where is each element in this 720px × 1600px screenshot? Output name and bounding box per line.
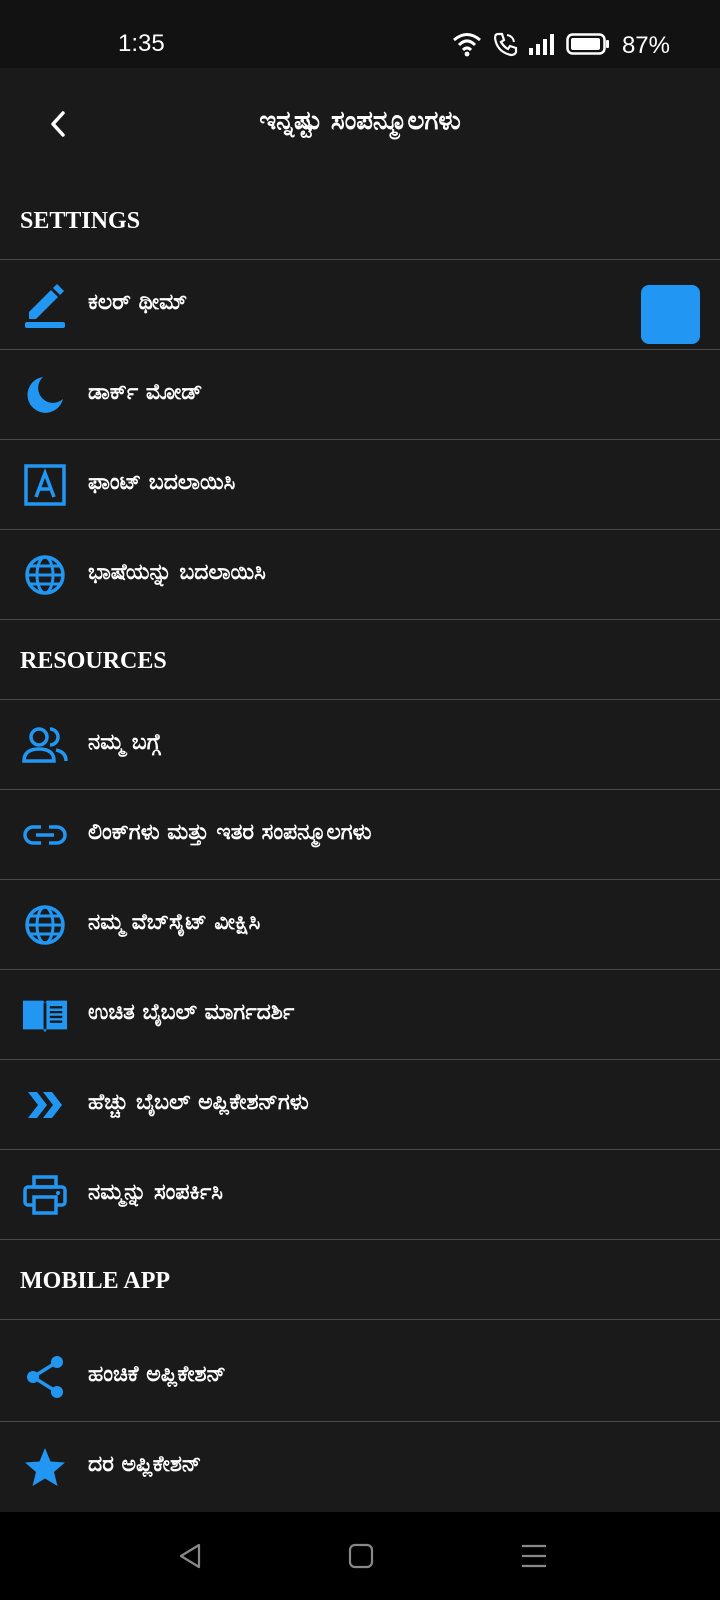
share-icon (22, 1354, 68, 1400)
mobile-item-label: ದರ ಅಪ್ಲಿಕೇಶನ್ (88, 1452, 202, 1477)
star-icon (22, 1444, 68, 1490)
printer-icon (22, 1172, 68, 1218)
section-title: MOBILE APP (20, 1268, 171, 1294)
resources-item-bible-guide[interactable]: ಉಚಿತ ಬೈಬಲ್ ಮಾರ್ಗದರ್ಶಿ (0, 970, 720, 1060)
mobile-item-rate-app[interactable]: ದರ ಅಪ್ಲಿಕೇಶನ್ (0, 1422, 720, 1512)
resources-item-contact-us[interactable]: ನಮ್ಮನ್ನು ಸಂಪರ್ಕಿಸಿ (0, 1150, 720, 1240)
settings-item-change-language[interactable]: ಭಾಷೆಯನ್ನು ಬದಲಾಯಿಸಿ (0, 530, 720, 620)
wifi-icon (452, 31, 482, 61)
pencil-icon (22, 282, 68, 328)
book-icon (22, 992, 68, 1038)
resources-item-more-apps[interactable]: ಹೆಚ್ಚು ಬೈಬಲ್ ಅಪ್ಲಿಕೇಶನ್‌ಗಳು (0, 1060, 720, 1150)
resources-item-visit-website[interactable]: ನಮ್ಮ ವೆಬ್‌ಸೈಟ್ ವೀಕ್ಷಿಸಿ (0, 880, 720, 970)
section-title: RESOURCES (20, 648, 167, 674)
call-icon (492, 31, 518, 61)
font-icon (22, 462, 68, 508)
section-header-resources: RESOURCES (0, 620, 720, 700)
nav-menu-button[interactable] (516, 1538, 552, 1574)
status-icons: 87% (452, 30, 670, 62)
resources-item-label: ನಮ್ಮ ವೆಬ್‌ಸೈಟ್ ವೀಕ್ಷಿಸಿ (88, 910, 261, 935)
settings-item-label: ಭಾಷೆಯನ್ನು ಬದಲಾಯಿಸಿ (88, 560, 266, 585)
settings-item-label: ಡಾರ್ಕ್ ಮೋಡ್ (88, 380, 203, 405)
page-title: ಇನ್ನಷ್ಟು ಸಂಪನ್ಮೂಲಗಳು (259, 106, 461, 136)
resources-item-label: ಹೆಚ್ಚು ಬೈಬಲ್ ಅಪ್ಲಿಕೇಶನ್‌ಗಳು (88, 1090, 309, 1115)
system-nav-bar (0, 1512, 720, 1600)
status-time: 1:35 (118, 30, 165, 57)
section-header-settings: SETTINGS (0, 180, 720, 260)
link-icon (22, 812, 68, 858)
nav-menu-icon (522, 1544, 546, 1568)
battery-icon (566, 32, 610, 60)
section-title: SETTINGS (20, 208, 141, 234)
double-chevron-icon (22, 1082, 68, 1128)
settings-item-label: ಫಾಂಟ್ ಬದಲಾಯಿಸಿ (88, 470, 236, 495)
mobile-item-label: ಹಂಚಿಕೆ ಅಪ್ಲಿಕೇಶನ್ (88, 1362, 226, 1387)
settings-item-dark-mode[interactable]: ಡಾರ್ಕ್ ಮೋಡ್ (0, 350, 720, 440)
nav-home-icon (348, 1543, 374, 1569)
nav-back-button[interactable] (172, 1538, 208, 1574)
nav-home-button[interactable] (343, 1538, 379, 1574)
resources-item-label: ನಮ್ಮನ್ನು ಸಂಪರ್ಕಿಸಿ (88, 1180, 223, 1205)
resources-item-label: ಉಚಿತ ಬೈಬಲ್ ಮಾರ್ಗದರ್ಶಿ (88, 1000, 295, 1025)
resources-item-label: ಲಿಂಕ್‌ಗಳು ಮತ್ತು ಇತರ ಸಂಪನ್ಮೂಲಗಳು (88, 820, 372, 845)
resources-item-about-us[interactable]: ನಮ್ಮ ಬಗ್ಗೆ (0, 700, 720, 790)
section-header-mobile-app: MOBILE APP (0, 1240, 720, 1320)
nav-back-icon (179, 1543, 201, 1569)
color-theme-swatch[interactable] (641, 285, 700, 344)
status-bar: 1:35 87% (0, 0, 720, 68)
people-icon (22, 722, 68, 768)
moon-icon (22, 372, 68, 418)
globe-icon (22, 902, 68, 948)
settings-item-color-theme[interactable]: ಕಲರ್ ಥೀಮ್ (0, 260, 720, 350)
battery-percentage: 87% (621, 32, 670, 59)
resources-item-links[interactable]: ಲಿಂಕ್‌ಗಳು ಮತ್ತು ಇತರ ಸಂಪನ್ಮೂಲಗಳು (0, 790, 720, 880)
globe-icon (22, 552, 68, 598)
app-bar: ಇನ್ನಷ್ಟು ಸಂಪನ್ಮೂಲಗಳು (0, 68, 720, 180)
resources-item-label: ನಮ್ಮ ಬಗ್ಗೆ (88, 730, 161, 755)
mobile-item-share-app[interactable]: ಹಂಚಿಕೆ ಅಪ್ಲಿಕೇಶನ್ (0, 1332, 720, 1422)
settings-item-label: ಕಲರ್ ಥೀಮ್ (88, 290, 188, 315)
settings-item-change-font[interactable]: ಫಾಂಟ್ ಬದಲಾಯಿಸಿ (0, 440, 720, 530)
signal-icon (528, 32, 556, 60)
